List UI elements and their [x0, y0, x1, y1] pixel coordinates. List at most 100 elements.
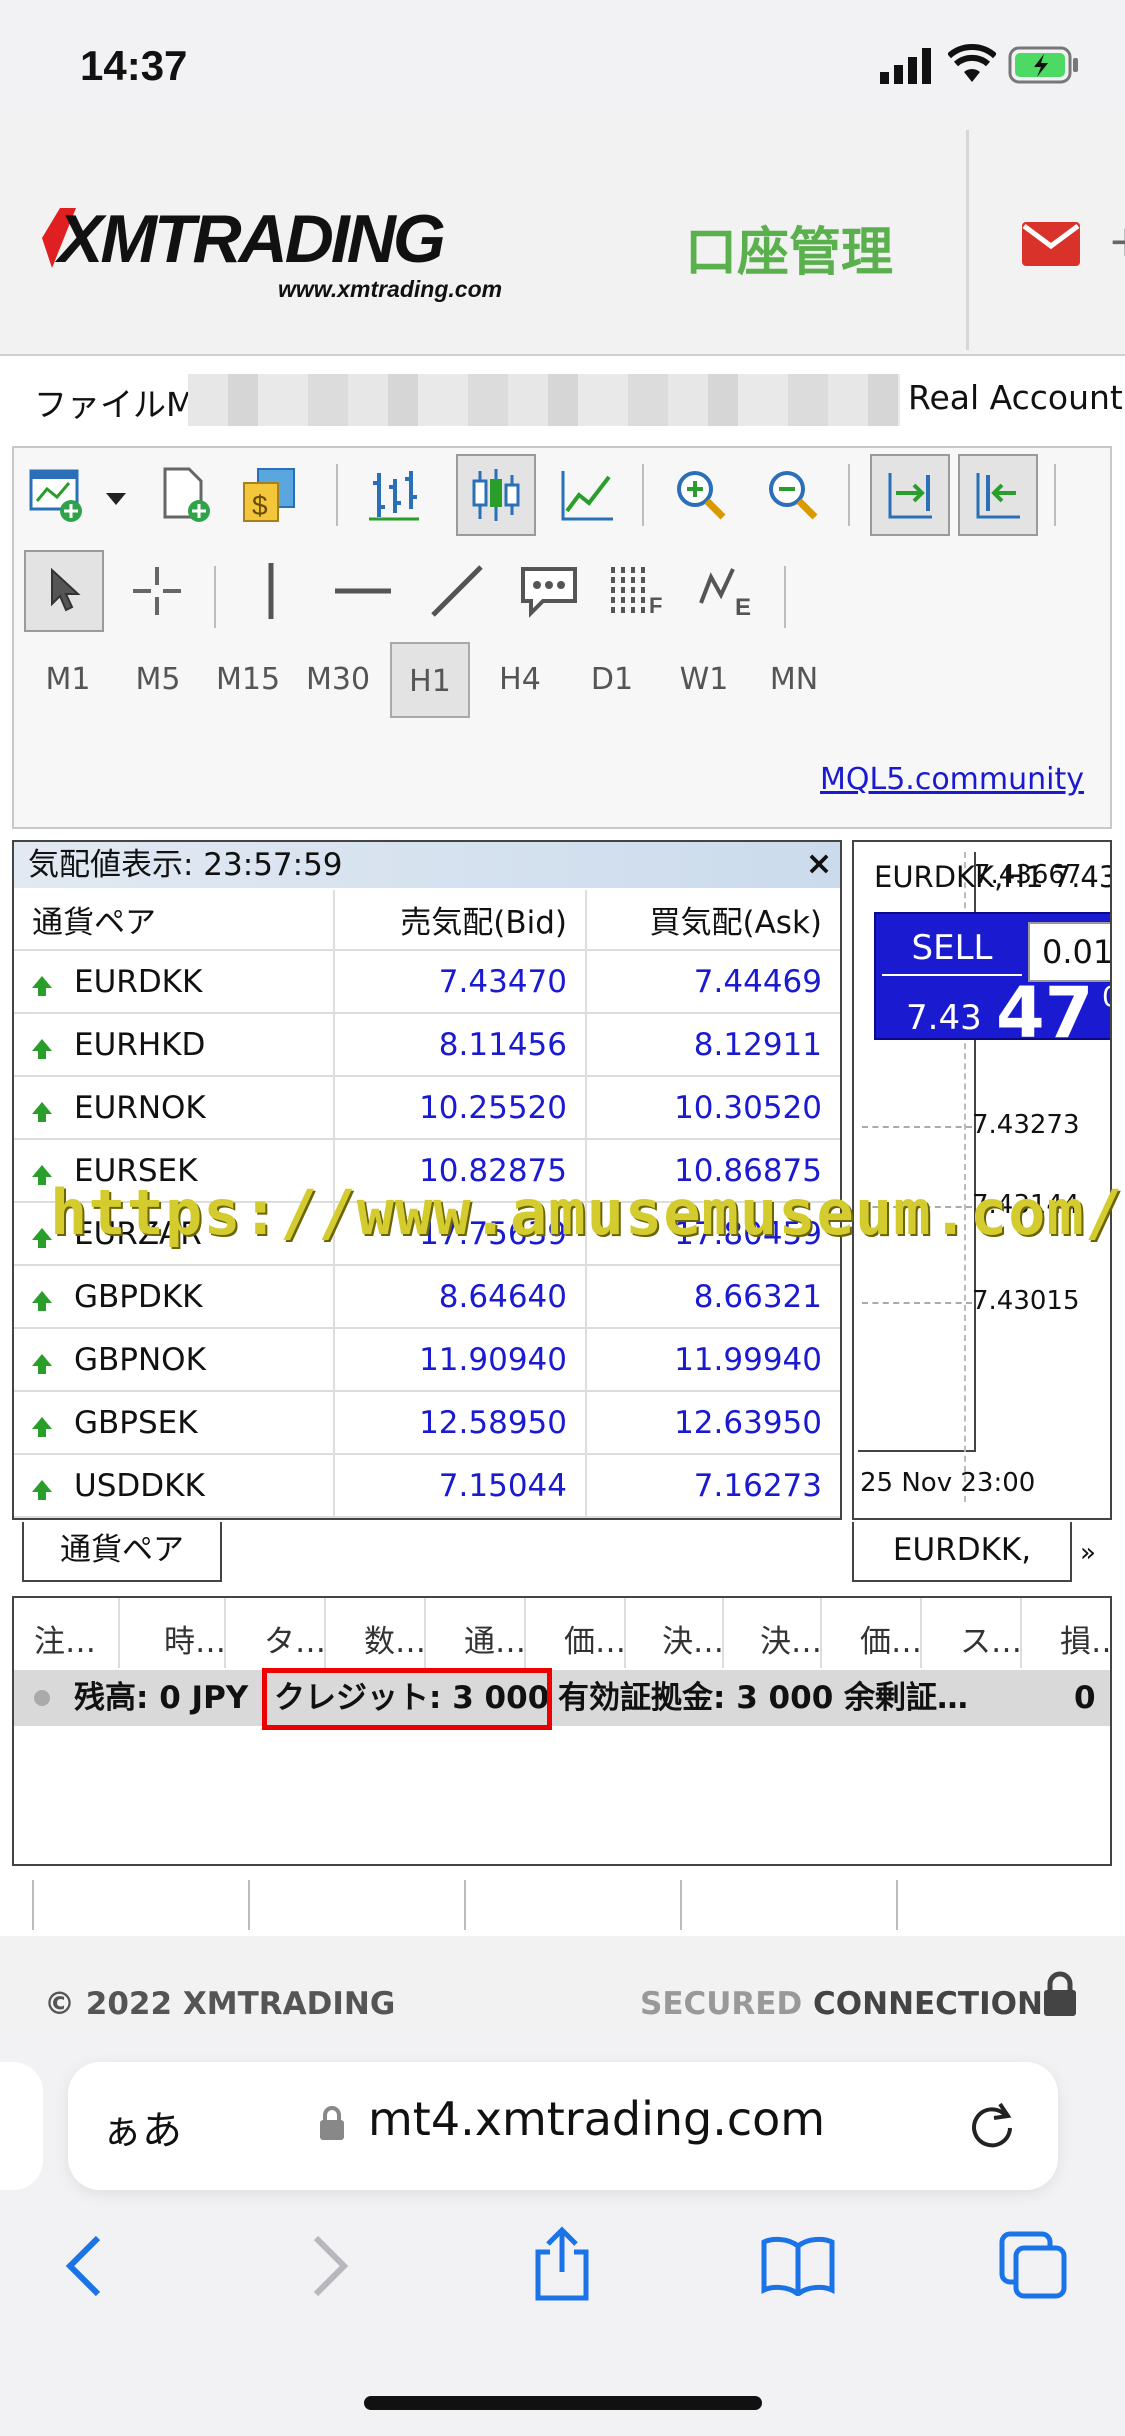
column-header[interactable]: 数… [364, 1616, 426, 1661]
symbol: GBPSEK [74, 1404, 198, 1441]
price-grid-line [862, 1302, 972, 1304]
address-bar[interactable]: ぁあ mt4.xmtrading.com [68, 2062, 1058, 2190]
auto-scroll-icon[interactable] [870, 454, 950, 536]
table-row[interactable]: GBPSEK 12.58950 12.63950 [14, 1391, 840, 1455]
ask-price: 12.63950 [586, 1391, 840, 1455]
table-row[interactable]: EURNOK 10.25520 10.30520 [14, 1076, 840, 1140]
mql5-community-link[interactable]: MQL5.community [820, 762, 1084, 797]
market-dollar-icon[interactable]: $ [236, 460, 306, 530]
timeframe-m1[interactable]: M1 [28, 642, 108, 718]
more-tabs-icon[interactable]: » [1080, 1538, 1096, 1568]
crosshair-icon[interactable] [122, 556, 192, 626]
site-header: XMTRADING www.xmtrading.com 口座管理 + [0, 118, 1125, 356]
account-management-link[interactable]: 口座管理 [685, 210, 893, 285]
cursor-icon[interactable] [24, 550, 104, 632]
column-header[interactable]: 通… [464, 1616, 526, 1661]
timeframe-w1[interactable]: W1 [664, 642, 744, 718]
bar-chart-icon[interactable] [358, 460, 428, 530]
ask-price: 8.12911 [586, 1013, 840, 1077]
timeframe-h1[interactable]: H1 [390, 642, 470, 718]
chevron-down-icon[interactable] [106, 490, 126, 509]
site-footer: © 2022 XMTRADING SECURED CONNECTION [0, 1936, 1125, 2038]
column-header[interactable]: ス… [960, 1616, 1022, 1661]
url-text[interactable]: mt4.xmtrading.com [368, 2092, 825, 2146]
timeframe-m30[interactable]: M30 [298, 642, 378, 718]
terminal-panel: 注… 時… タ… 数… 通… 価… 決… 決… 価… ス… 損… 残高: 0 J… [12, 1596, 1112, 1866]
table-row[interactable]: GBPNOK 11.90940 11.99940 [14, 1328, 840, 1392]
vertical-line-icon[interactable] [236, 556, 306, 626]
timeframe-m15[interactable]: M15 [208, 642, 288, 718]
toolbar: $ F E M1 M5 M15 M30 H1 H4 D1 W1 MN MQL5.… [12, 446, 1112, 829]
column-header[interactable]: 時… [164, 1616, 226, 1661]
new-chart-icon[interactable] [22, 460, 92, 530]
status-time: 14:37 [80, 42, 188, 89]
lock-icon [318, 2104, 346, 2146]
wifi-icon [946, 44, 998, 88]
webtrader-terminal: ファイルM Real Account $ F E M1 M5 M15 M30 H… [0, 356, 1125, 1936]
column-header[interactable]: 損… [1060, 1616, 1110, 1661]
text-label-icon[interactable] [514, 556, 584, 626]
file-menu[interactable]: ファイルM [34, 378, 194, 426]
bid-price: 12.58950 [334, 1391, 587, 1455]
column-header[interactable]: 決… [662, 1616, 724, 1661]
zoom-in-icon[interactable] [666, 460, 736, 530]
balance: 残高: 0 JPY [74, 1680, 249, 1716]
up-arrow-icon [32, 1290, 52, 1311]
previous-tab-edge[interactable] [0, 2062, 43, 2190]
new-order-icon[interactable] [152, 460, 222, 530]
tabs-icon[interactable] [998, 2230, 1068, 2304]
bookmarks-icon[interactable] [760, 2236, 836, 2300]
mail-icon[interactable] [1022, 222, 1080, 270]
copyright: © 2022 XMTRADING [44, 1986, 396, 2022]
sell-button[interactable]: SELL [882, 920, 1022, 976]
column-header[interactable]: 価… [564, 1616, 626, 1661]
candlestick-chart-icon[interactable] [456, 454, 536, 536]
logo[interactable]: XMTRADING [58, 200, 446, 278]
column-header[interactable]: 価… [860, 1616, 922, 1661]
table-row[interactable]: EURHKD 8.11456 8.12911 [14, 1013, 840, 1077]
back-icon[interactable] [64, 2234, 104, 2302]
horizontal-line-icon[interactable] [328, 556, 398, 626]
table-row[interactable]: GBPDKK 8.64640 8.66321 [14, 1265, 840, 1329]
timeframe-mn[interactable]: MN [754, 642, 834, 718]
elliott-wave-icon[interactable]: E [692, 556, 762, 626]
balance-row: 残高: 0 JPY クレジット: 3 000 有効証拠金: 3 000 余剰証…… [14, 1670, 1110, 1726]
symbol: USDDKK [74, 1467, 205, 1504]
reload-icon[interactable] [966, 2098, 1018, 2154]
svg-text:F: F [649, 593, 662, 618]
tab-chart-eurdkk[interactable]: EURDKK, [852, 1522, 1072, 1582]
close-icon[interactable]: × [804, 844, 834, 882]
balance-indicator-icon [34, 1690, 50, 1706]
svg-text:E: E [735, 594, 751, 619]
battery-icon [1008, 46, 1080, 88]
free-margin: 余剰証… [844, 1680, 968, 1716]
fibonacci-icon[interactable]: F [602, 556, 672, 626]
ask-price: 8.66321 [586, 1265, 840, 1329]
table-row[interactable]: EURDKK 7.43470 7.44469 [14, 950, 840, 1014]
up-arrow-icon [32, 1227, 52, 1248]
symbol: GBPDKK [74, 1278, 203, 1315]
zoom-out-icon[interactable] [758, 460, 828, 530]
timeframe-h4[interactable]: H4 [480, 642, 560, 718]
signal-icon [880, 48, 936, 88]
column-header[interactable]: タ… [264, 1616, 326, 1661]
trend-line-icon[interactable] [422, 556, 492, 626]
column-header[interactable]: 注… [34, 1616, 96, 1661]
chart-shift-icon[interactable] [958, 454, 1038, 536]
line-chart-icon[interactable] [552, 460, 622, 530]
forward-icon[interactable] [310, 2234, 350, 2302]
column-header[interactable]: 売気配(Bid) [334, 890, 587, 951]
up-arrow-icon [32, 975, 52, 996]
column-header[interactable]: 通貨ペア [14, 890, 335, 951]
price-grid-line [862, 1126, 972, 1128]
timeframe-d1[interactable]: D1 [572, 642, 652, 718]
column-header[interactable]: 決… [760, 1616, 822, 1661]
symbol: EURDKK [74, 963, 203, 1000]
table-row[interactable]: USDDKK 7.15044 7.16273 [14, 1454, 840, 1518]
up-arrow-icon [32, 1038, 52, 1059]
reader-settings-button[interactable]: ぁあ [102, 2098, 182, 2156]
timeframe-m5[interactable]: M5 [118, 642, 198, 718]
tab-currency-pairs[interactable]: 通貨ペア [22, 1522, 222, 1582]
column-header[interactable]: 買気配(Ask) [586, 890, 840, 951]
share-icon[interactable] [530, 2226, 594, 2306]
